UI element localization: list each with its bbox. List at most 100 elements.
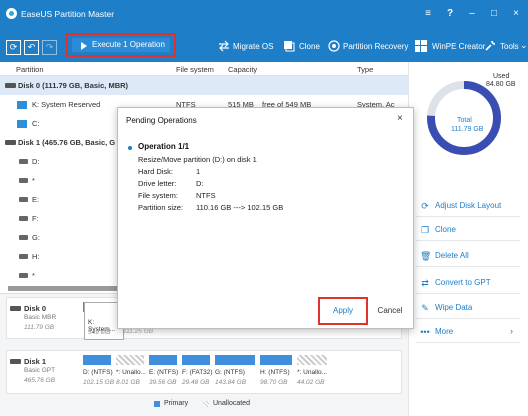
table-row[interactable]: Disk 0 (111.79 GB, Basic, MBR) <box>0 76 408 95</box>
partition-label: E: (NTFS) <box>149 369 179 376</box>
convert-icon: ⇄ <box>421 278 429 288</box>
partition-label: G: (NTFS) <box>215 369 245 376</box>
disk-type: Basic GPT <box>24 367 56 374</box>
pending-operations-dialog: Pending Operations × Operation 1/1 Resiz… <box>117 107 414 329</box>
recovery-icon <box>328 40 340 52</box>
partition-bar <box>215 355 255 365</box>
execute-operation-button[interactable]: Execute 1 Operation <box>66 33 176 57</box>
redo-icon[interactable]: ↷ <box>42 40 57 55</box>
convert-to-gpt-button[interactable]: ⇄ Convert to GPT <box>416 272 520 294</box>
scrollbar-thumb[interactable] <box>8 286 118 291</box>
partition-icon <box>19 235 28 240</box>
partition-recovery-button[interactable]: Partition Recovery <box>343 42 408 51</box>
disk-size: 465.76 GB <box>24 377 56 384</box>
partition-size-value: 110.16 GB ---> 102.15 GB <box>196 203 284 212</box>
chevron-right-icon: › <box>510 326 513 336</box>
app-logo-icon <box>6 8 17 19</box>
migrate-os-button[interactable]: Migrate OS <box>233 42 273 51</box>
minimize-button[interactable]: – <box>464 6 480 22</box>
partition-label: *: Unallo... <box>297 369 327 376</box>
clone-icon <box>284 41 295 52</box>
partition-bar <box>83 355 111 365</box>
dialog-title: Pending Operations <box>126 116 197 125</box>
clone-disk-button[interactable]: ❐ Clone <box>416 219 520 241</box>
apply-button[interactable]: Apply <box>324 301 362 320</box>
partition-label: F: (FAT32) <box>182 369 213 376</box>
hard-disk-value: 1 <box>196 167 201 176</box>
tools-button[interactable]: Tools <box>500 42 519 51</box>
unallocated-legend-swatch <box>203 401 209 407</box>
partition-name: C: <box>32 119 40 128</box>
action-label: More <box>435 327 454 336</box>
window-title: EaseUS Partition Master <box>21 9 115 19</box>
partition-icon <box>19 254 28 259</box>
legend-primary: Primary <box>164 400 189 407</box>
refresh-icon[interactable]: ⟳ <box>6 40 21 55</box>
disk-type: Basic MBR <box>24 314 57 321</box>
drive-letter-label: Drive letter: <box>138 179 177 188</box>
windows-icon <box>415 40 427 52</box>
partition-name: F: <box>32 214 39 223</box>
partition-size: 111.25 GB <box>123 328 154 335</box>
disk-icon <box>10 306 21 311</box>
disk-name: Disk 0 (111.79 GB, Basic, MBR) <box>18 81 129 90</box>
disk-name: Disk 0 <box>24 304 47 313</box>
system-partition-icon <box>17 101 27 109</box>
partition-size: 29.48 GB <box>182 379 210 386</box>
drive-letter-value: D: <box>196 179 204 188</box>
partition-name: * <box>32 271 35 280</box>
refresh-layout-icon: ⟳ <box>421 201 429 211</box>
windows-partition-icon <box>17 120 27 128</box>
partition-bar <box>116 355 144 365</box>
partition-name: G: <box>32 233 40 242</box>
menu-icon[interactable]: ≡ <box>420 6 436 22</box>
column-capacity[interactable]: Capacity <box>228 65 257 74</box>
wipe-data-button[interactable]: ✎ Wipe Data <box>416 297 520 319</box>
partition-bar <box>149 355 177 365</box>
partition-name: H: <box>32 252 40 261</box>
close-button[interactable]: × <box>508 6 524 22</box>
disk-size: 111.79 GB <box>24 324 55 331</box>
file-system-value: NTFS <box>196 191 216 200</box>
primary-legend-swatch <box>154 401 160 407</box>
eraser-icon: ✎ <box>421 303 429 313</box>
more-button[interactable]: ••• More › <box>416 321 520 343</box>
help-icon[interactable]: ? <box>442 6 458 22</box>
column-file-system[interactable]: File system <box>176 65 214 74</box>
partition-size: 143.84 GB <box>215 379 247 386</box>
adjust-disk-layout-button[interactable]: ⟳ Adjust Disk Layout <box>416 195 520 217</box>
delete-all-button[interactable]: 🗑 Delete All <box>416 245 520 267</box>
partition-name: D: <box>32 157 40 166</box>
maximize-button[interactable]: □ <box>486 6 502 22</box>
column-type[interactable]: Type <box>357 65 373 74</box>
partition-size: 44.02 GB <box>297 379 325 386</box>
trash-icon: 🗑 <box>420 251 432 261</box>
table-header: Partition File system Capacity Type <box>0 62 408 76</box>
partition-size: 39.56 GB <box>149 379 177 386</box>
partition-bar <box>260 355 292 365</box>
partition-label: D: (NTFS) <box>83 369 113 376</box>
wrench-icon <box>485 40 496 51</box>
partition-size-label: Partition size: <box>138 203 184 212</box>
partition-icon <box>19 178 28 183</box>
partition-bar <box>182 355 210 365</box>
disk-icon <box>5 140 16 145</box>
partition-icon <box>19 197 28 202</box>
column-partition[interactable]: Partition <box>16 65 44 74</box>
partition-icon <box>19 159 28 164</box>
undo-icon[interactable]: ↶ <box>24 40 39 55</box>
disk-icon <box>10 359 21 364</box>
partition-label: *: Unallo... <box>116 369 146 376</box>
disk-name: Disk 1 <box>24 357 47 366</box>
play-icon <box>81 42 87 50</box>
action-label: Clone <box>435 225 456 234</box>
migrate-icon <box>219 40 229 52</box>
partition-size: 102.15 GB <box>83 379 115 386</box>
file-system-label: File system: <box>138 191 179 200</box>
partition-size: 549 MB <box>88 329 111 336</box>
clone-button[interactable]: Clone <box>299 42 320 51</box>
disk1-card[interactable]: Disk 1 Basic GPT 465.76 GB D: (NTFS) 102… <box>6 350 402 394</box>
cancel-button[interactable]: Cancel <box>372 301 408 320</box>
winpe-creator-button[interactable]: WinPE Creator <box>432 42 485 51</box>
dialog-close-button[interactable]: × <box>397 113 403 124</box>
